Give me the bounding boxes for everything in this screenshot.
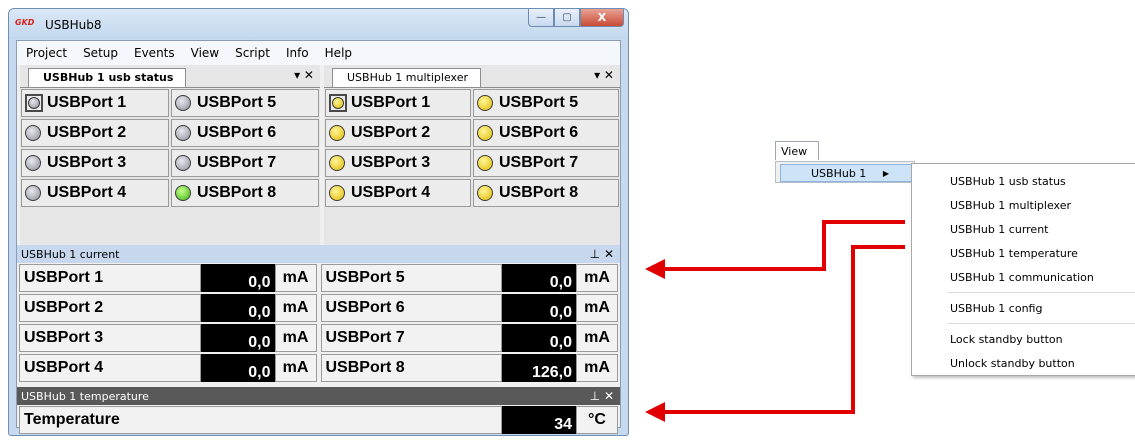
menu-item-unlock-standby[interactable]: Unlock standby button: [912, 351, 1135, 375]
menu-item-multiplexer[interactable]: USBHub 1 multiplexer: [912, 193, 1135, 217]
menu-separator: [948, 323, 1135, 324]
view-submenu: USBHub 1 ▶: [775, 161, 918, 183]
menu-item-config[interactable]: USBHub 1 config: [912, 296, 1135, 320]
menu-item-current[interactable]: USBHub 1 current: [912, 217, 1135, 241]
menu-item-communication[interactable]: USBHub 1 communication: [912, 265, 1135, 289]
menu-item-usb-status[interactable]: USBHub 1 usb status: [912, 169, 1135, 193]
chevron-right-icon: ▶: [882, 168, 889, 178]
arrow-to-temperature: [660, 245, 905, 414]
arrow-head-temperature: [645, 402, 665, 422]
menu-view-open[interactable]: View: [775, 141, 819, 160]
submenu-item-usbhub1[interactable]: USBHub 1 ▶: [780, 164, 918, 182]
arrow-head-current: [645, 259, 665, 279]
menu-separator: [948, 292, 1135, 293]
menu-item-lock-standby[interactable]: Lock standby button: [912, 327, 1135, 351]
menu-item-temperature[interactable]: USBHub 1 temperature: [912, 241, 1135, 265]
submenu-item-label: USBHub 1: [811, 166, 867, 180]
usbhub1-submenu: USBHub 1 usb status USBHub 1 multiplexer…: [911, 163, 1135, 376]
